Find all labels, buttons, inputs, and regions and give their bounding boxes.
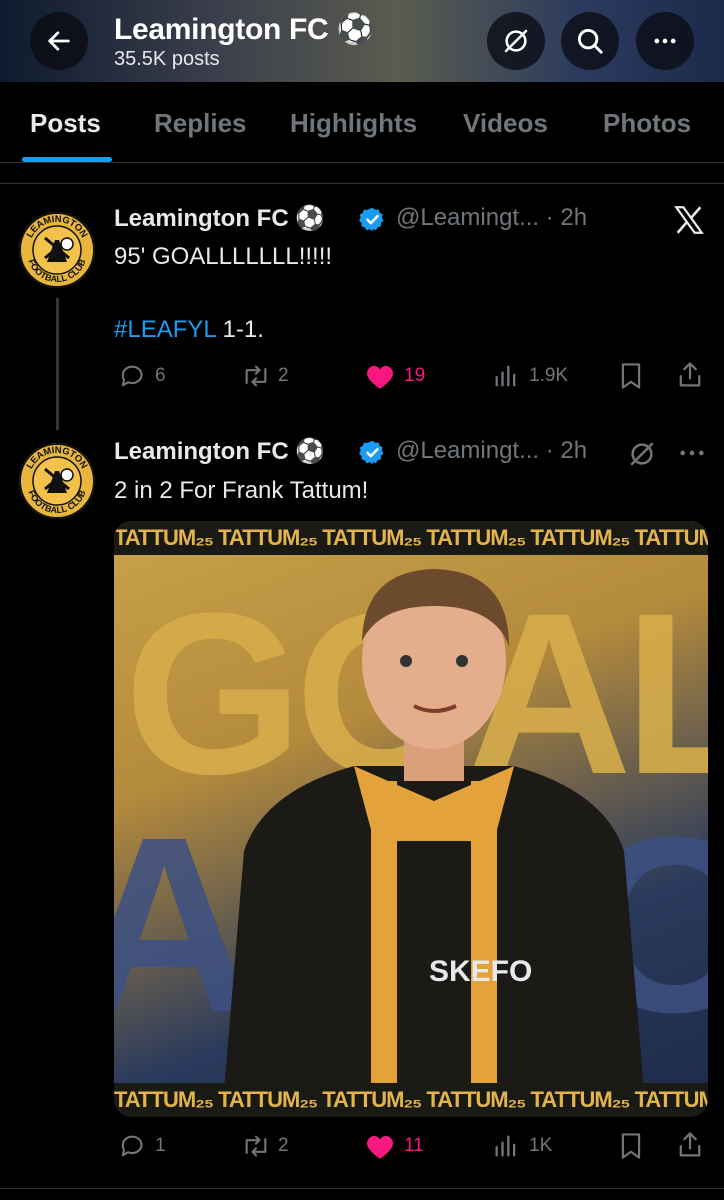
view-count: 1.9K	[529, 365, 569, 386]
hashtag-link[interactable]: #LEAFYL	[114, 316, 216, 343]
page-title: Leamington FC ⚽	[114, 13, 374, 46]
tab-videos[interactable]: Videos	[463, 108, 548, 139]
post-author-name[interactable]: Leamington FC ⚽	[114, 437, 325, 466]
x-logo-icon[interactable]	[672, 203, 706, 237]
more-horizontal-icon	[654, 38, 676, 44]
repost-icon[interactable]	[239, 362, 273, 390]
verified-badge-icon	[359, 440, 384, 465]
grok-icon	[504, 29, 528, 53]
heart-icon[interactable]	[364, 1132, 396, 1160]
reply-count: 1	[155, 1135, 166, 1156]
tab-highlights[interactable]: Highlights	[290, 108, 417, 139]
repost-count: 2	[278, 1135, 289, 1156]
thread-connector	[56, 298, 59, 430]
club-crest-icon: LEAMINGTON FOOTBALL CLUB	[19, 443, 95, 519]
verified-badge-icon	[359, 207, 384, 232]
view-count: 1K	[529, 1135, 553, 1156]
share-icon[interactable]	[676, 1130, 704, 1160]
active-tab-indicator	[22, 157, 112, 162]
more-horizontal-icon[interactable]	[678, 442, 706, 464]
post-text-line-2: #LEAFYL 1-1.	[114, 316, 264, 343]
image-banner-top: TATTUM₂₅ TATTUM₂₅ TATTUM₂₅ TATTUM₂₅ TATT…	[114, 521, 708, 555]
image-banner-bottom: TATTUM₂₅ TATTUM₂₅ TATTUM₂₅ TATTUM₂₅ TATT…	[114, 1083, 708, 1117]
bookmark-icon[interactable]	[617, 361, 645, 391]
avatar[interactable]: LEAMINGTON FOOTBALL CLUB	[17, 210, 97, 290]
post-image[interactable]: TATTUM₂₅ TATTUM₂₅ TATTUM₂₅ TATTUM₂₅ TATT…	[114, 521, 708, 1117]
divider	[0, 183, 724, 184]
bookmark-icon[interactable]	[617, 1131, 645, 1161]
repost-icon[interactable]	[239, 1132, 273, 1160]
heart-icon[interactable]	[364, 362, 396, 390]
reply-count: 6	[155, 365, 166, 386]
views-icon[interactable]	[492, 1132, 520, 1160]
avatar[interactable]: LEAMINGTON FOOTBALL CLUB	[17, 441, 97, 521]
post-text: 2 in 2 For Frank Tattum!	[114, 477, 369, 504]
post-handle-time[interactable]: @Leamingt... · 2h	[396, 204, 587, 232]
share-icon[interactable]	[676, 360, 704, 390]
back-button[interactable]	[30, 12, 88, 70]
post-text: 95' GOALLLLLLL!!!!!	[114, 243, 333, 270]
search-button[interactable]	[561, 12, 619, 70]
like-count: 19	[404, 365, 426, 386]
search-icon	[577, 28, 603, 54]
post-author-name[interactable]: Leamington FC ⚽	[114, 204, 325, 233]
tab-photos[interactable]: Photos	[603, 108, 691, 139]
repost-count: 2	[278, 365, 289, 386]
views-icon[interactable]	[492, 362, 520, 390]
like-count: 11	[404, 1135, 424, 1156]
club-crest-icon: LEAMINGTON FOOTBALL CLUB	[19, 212, 95, 288]
post-handle-time[interactable]: @Leamingt... · 2h	[396, 437, 587, 465]
posts-count: 35.5K posts	[114, 48, 220, 70]
grok-button[interactable]	[487, 12, 545, 70]
arrow-left-icon	[48, 31, 70, 51]
player-illustration: SKEFO	[224, 569, 644, 1091]
grok-icon[interactable]	[627, 439, 657, 469]
reply-icon[interactable]	[117, 362, 145, 390]
svg-text:SKEFO: SKEFO	[429, 955, 532, 988]
tab-replies[interactable]: Replies	[154, 108, 247, 139]
tab-posts[interactable]: Posts	[30, 108, 101, 139]
more-button[interactable]	[636, 12, 694, 70]
reply-icon[interactable]	[117, 1132, 145, 1160]
divider	[0, 1188, 724, 1189]
